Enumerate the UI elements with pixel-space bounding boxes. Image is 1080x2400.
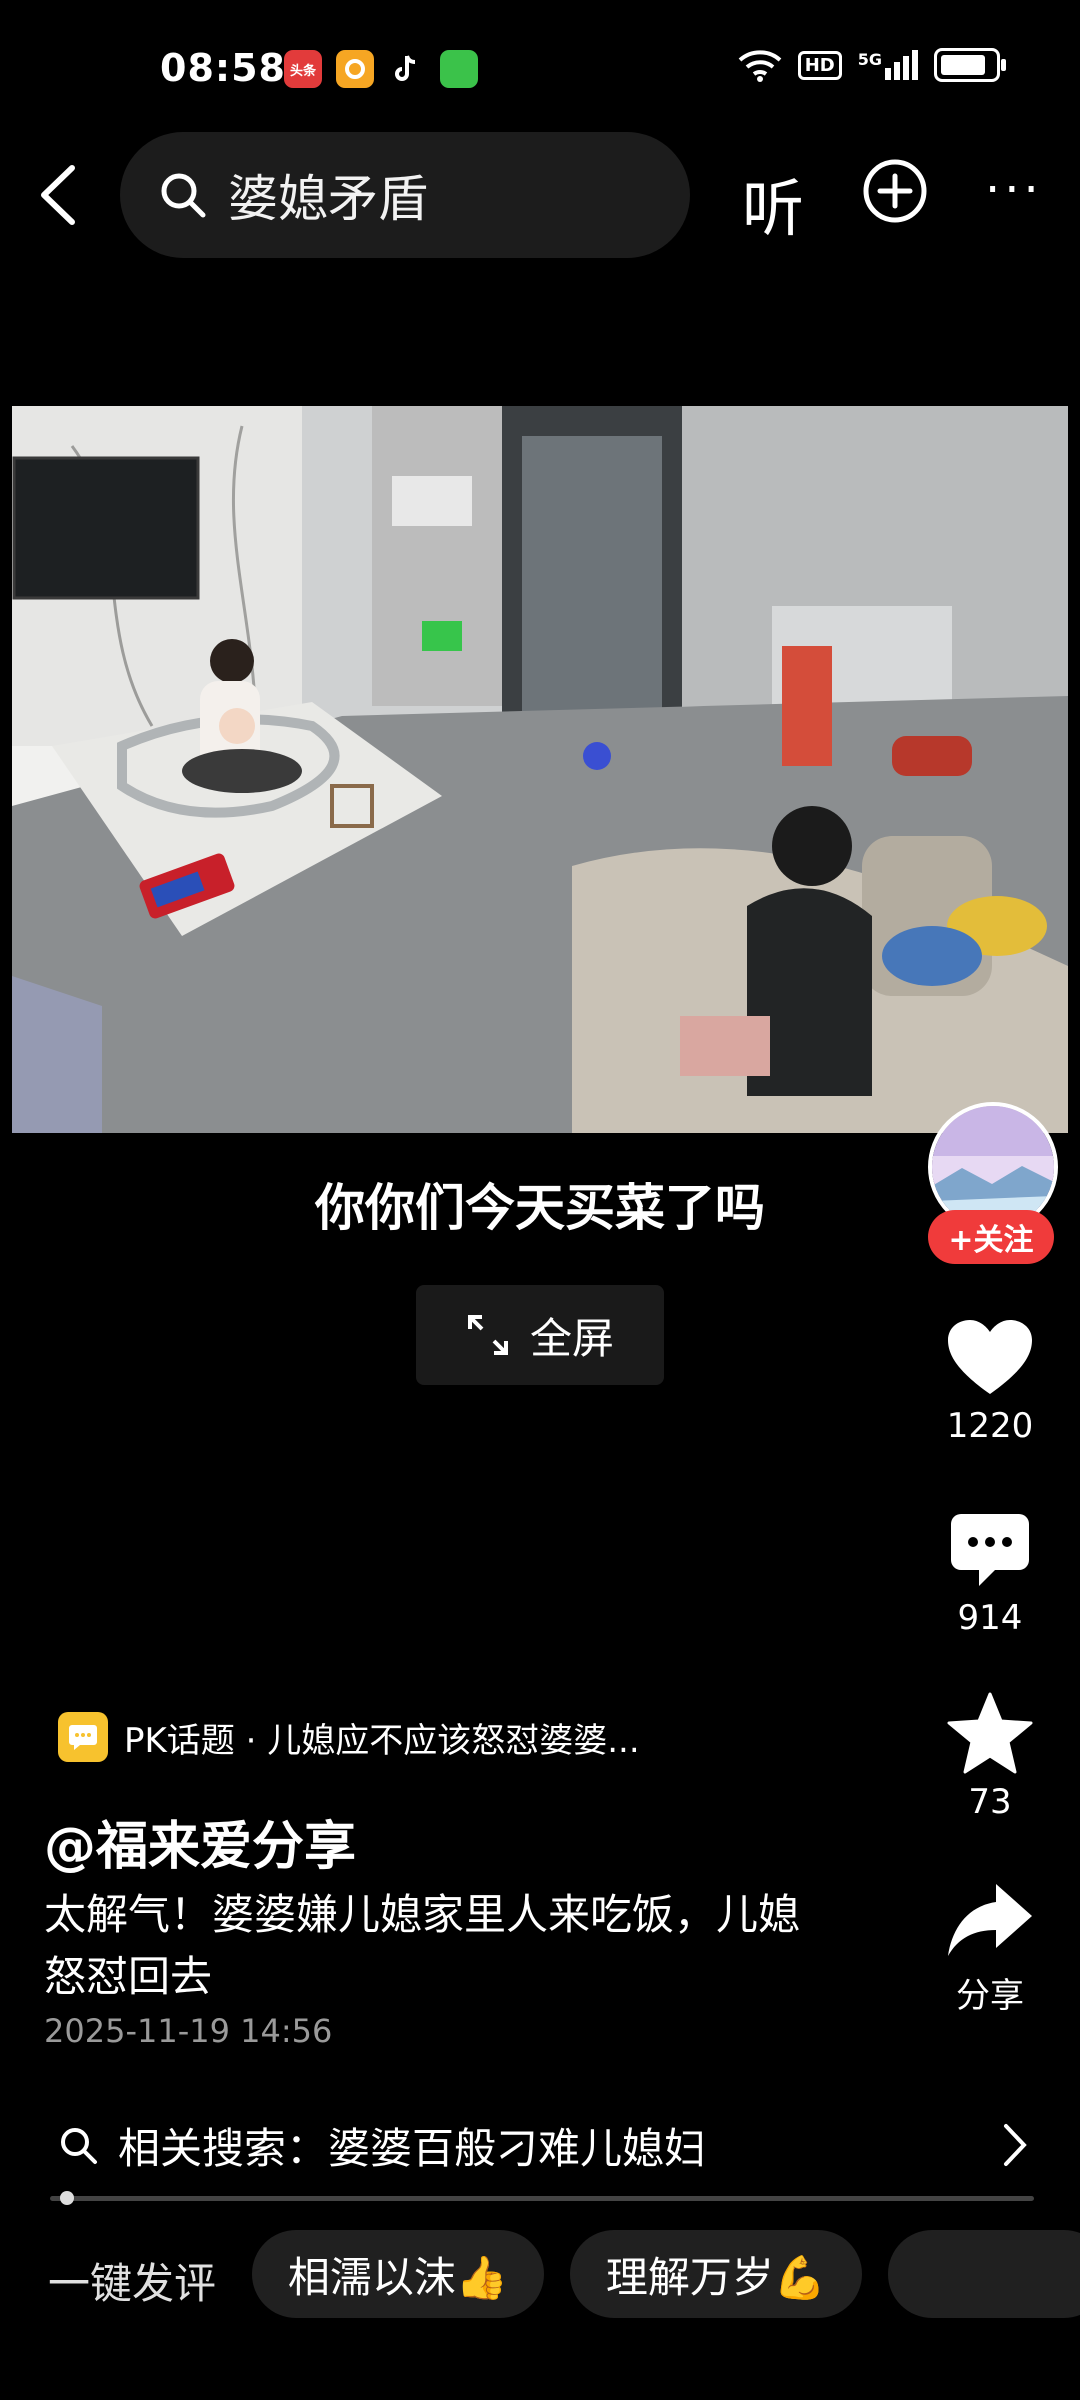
progress-handle[interactable] [59,2191,74,2205]
quick-comment-chip[interactable] [888,2230,1080,2318]
comment-icon [951,1514,1029,1586]
related-search[interactable]: 相关搜索：婆婆百般刁难儿媳妇 [0,2110,1080,2180]
video-description: 太解气！婆婆嫌儿媳家里人来吃饭，儿媳怒怼回去 [44,1890,801,2001]
fullscreen-label: 全屏 [529,1313,614,1363]
search-bar[interactable]: 婆媳矛盾 [120,132,690,258]
app-notification-icon [336,50,374,88]
share-action[interactable]: 分享 [900,1880,1080,2017]
search-query: 婆媳矛盾 [228,170,428,228]
author-name[interactable]: @福来爱分享 [44,1804,356,1879]
pk-topic-link[interactable]: PK话题 · 儿媳应不应该怒怼婆婆... [58,1712,640,1762]
related-search-text: 相关搜索：婆婆百般刁难儿媳妇 [118,2123,707,2173]
clock: 08:58 [160,46,286,90]
video-subtitle: 你你们今天买菜了吗 [315,1179,765,1237]
favorite-count: 73 [968,1782,1012,1822]
quick-comment-bar: 一键发评 相濡以沫👍 理解万岁💪 [0,2230,1080,2320]
green-app-icon [440,50,478,88]
fullscreen-button[interactable]: 全屏 [416,1285,664,1385]
quick-comment-chip[interactable]: 相濡以沫👍 [252,2230,544,2318]
toutiao-app-icon: 头条 [284,50,322,88]
favorite-action[interactable]: 73 [900,1692,1080,1822]
chevron-right-icon [1004,2124,1027,2166]
listen-button[interactable]: 听 [742,158,804,248]
like-count: 1220 [946,1406,1034,1446]
post-date: 2025-11-19 14:56 [44,2012,333,2050]
search-icon [61,2128,97,2164]
tiktok-icon [388,50,426,88]
heart-icon [948,1320,1032,1394]
hd-badge: HD [797,50,842,80]
star-icon [947,1692,1033,1774]
more-icon[interactable]: ··· [985,162,1043,218]
signal-icon: 5G [858,50,918,80]
back-arrow-icon[interactable] [30,162,90,228]
quick-comment-chip[interactable]: 理解万岁💪 [570,2230,862,2318]
like-action[interactable]: 1220 [900,1318,1080,1446]
chat-bubble-icon [58,1712,108,1762]
share-icon [948,1884,1032,1956]
comment-action[interactable]: 914 [900,1512,1080,1638]
video-frame [12,406,1068,1133]
battery-icon [934,48,1006,82]
status-bar: 08:58 头条 HD 5G [0,0,1080,140]
share-label: 分享 [956,1976,1024,2016]
add-circle-icon[interactable] [862,158,928,224]
expand-icon [467,1315,508,1355]
topic-text: PK话题 · 儿媳应不应该怒怼婆婆... [124,1720,640,1761]
comment-count: 914 [957,1598,1023,1638]
search-icon [161,173,206,218]
quick-comment-label: 一键发评 [48,2259,217,2308]
top-nav: 婆媳矛盾 听 ··· [0,132,1080,258]
status-icons: HD 5G [738,48,1006,82]
follow-button[interactable]: +关注 [928,1210,1054,1264]
wifi-icon [738,50,782,82]
video-player[interactable] [12,406,1068,1133]
video-progress-bar[interactable] [50,2191,1034,2205]
